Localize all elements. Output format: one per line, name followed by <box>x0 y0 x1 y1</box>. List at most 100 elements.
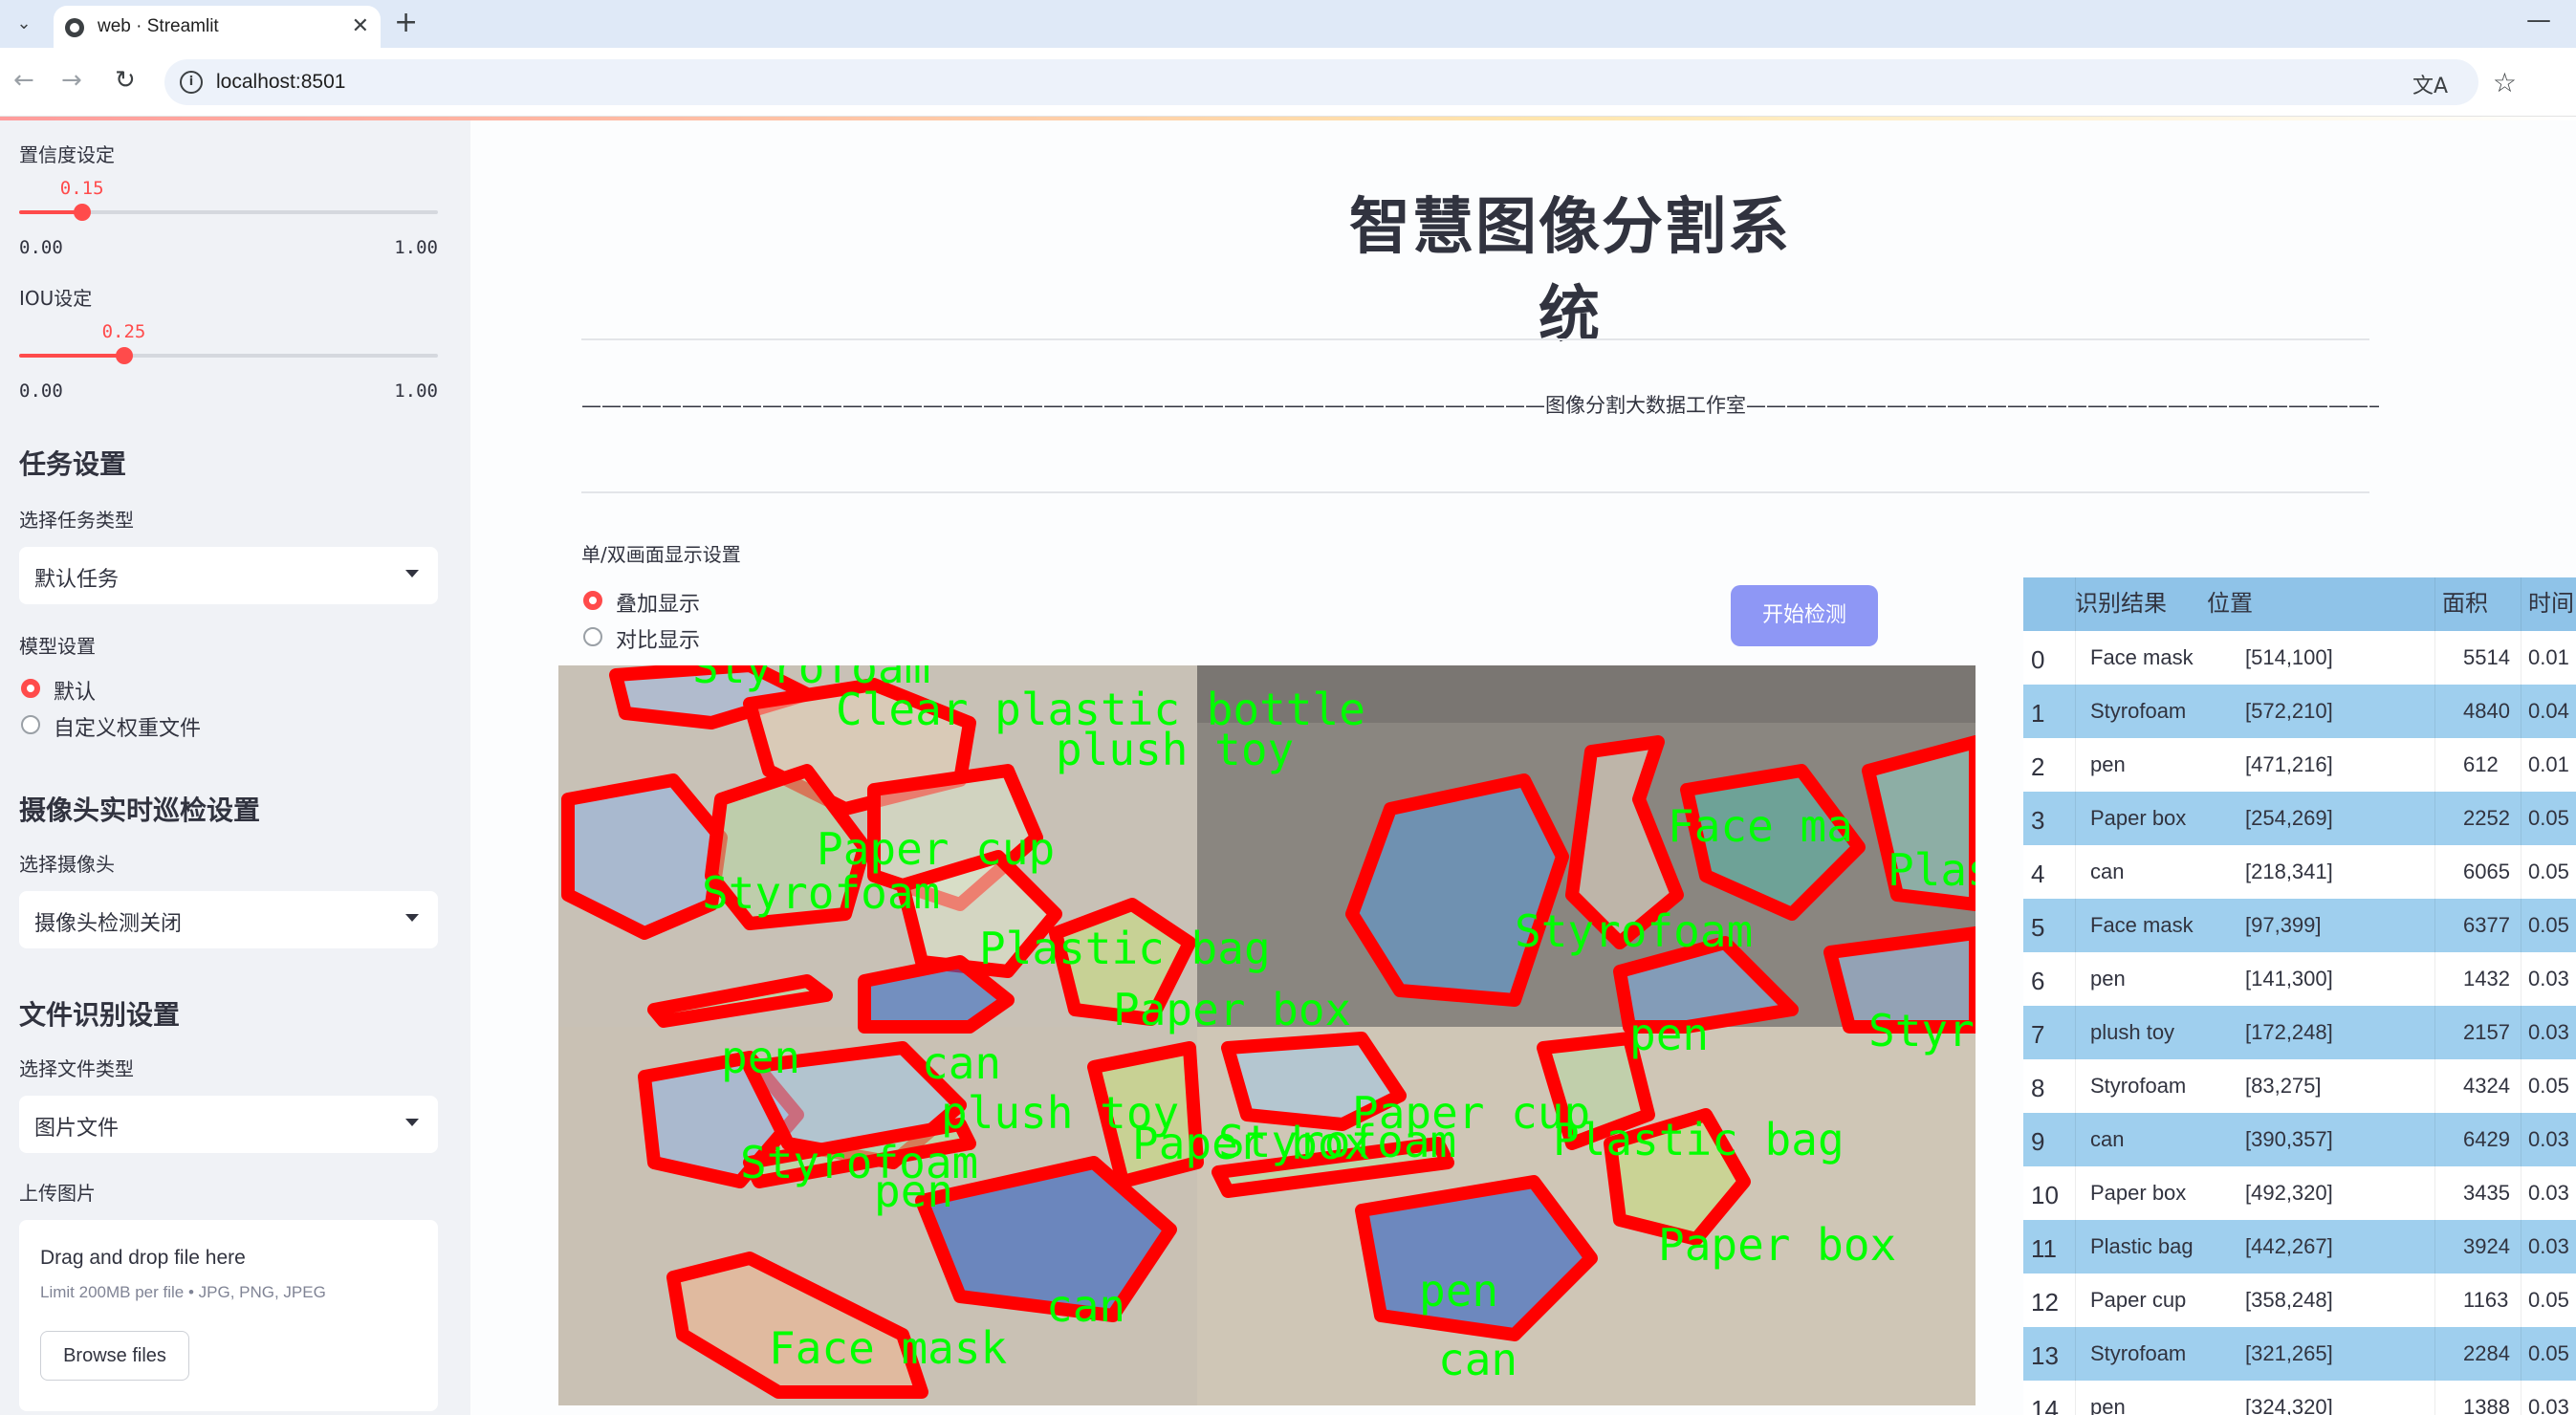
slider-thumb[interactable] <box>115 347 133 364</box>
start-detection-button[interactable]: 开始检测 <box>1731 585 1878 646</box>
cell-result: can <box>2090 1127 2125 1151</box>
cell-result: Styrofoam <box>2090 699 2187 723</box>
cell-area: 1388 <box>2463 1395 2510 1415</box>
table-row[interactable]: 11 Plastic bag [442,267] 3924 0.03 <box>2023 1220 2576 1274</box>
slider-thumb[interactable] <box>73 204 91 221</box>
row-index: 6 <box>2031 967 2045 995</box>
radio-unselected-icon[interactable] <box>583 627 602 646</box>
mask-class-label: Styro <box>1868 1005 1976 1056</box>
cell-result: Face mask <box>2090 645 2194 669</box>
confidence-label: 置信度设定 <box>19 143 115 166</box>
table-row[interactable]: 14 pen [324,320] 1388 0.03 <box>2023 1381 2576 1415</box>
cell-position: [324,320] <box>2245 1395 2333 1415</box>
cell-time: 0.05 <box>2528 1074 2569 1098</box>
table-row[interactable]: 5 Face mask [97,399] 6377 0.05 <box>2023 899 2576 952</box>
table-row[interactable]: 0 Face mask [514,100] 5514 0.01 <box>2023 631 2576 685</box>
mask-polygon <box>561 773 728 940</box>
browser-tab[interactable]: web · Streamlit ✕ <box>54 6 381 48</box>
star-icon[interactable]: ☆ <box>2493 67 2517 98</box>
mask-class-label: Plas <box>1888 844 1976 896</box>
translate-icon[interactable]: 文A <box>2412 69 2448 99</box>
mask-class-label: Plastic bag <box>979 923 1271 974</box>
cell-result: Styrofoam <box>2090 1341 2187 1365</box>
chevron-down-icon <box>405 1119 419 1126</box>
radio-selected-icon[interactable] <box>21 679 40 698</box>
table-row[interactable]: 9 can [390,357] 6429 0.03 <box>2023 1113 2576 1166</box>
slider-min: 0.00 <box>19 381 63 402</box>
display-mode-label: 单/双画面显示设置 <box>581 543 741 566</box>
back-arrow-icon[interactable]: ← <box>13 65 34 96</box>
close-icon[interactable]: ✕ <box>352 14 369 38</box>
cell-position: [358,248] <box>2245 1288 2333 1312</box>
row-index: 1 <box>2031 699 2045 728</box>
divider <box>581 491 2369 493</box>
radio-selected-icon[interactable] <box>583 591 602 610</box>
cell-position: [471,216] <box>2245 752 2333 776</box>
table-row[interactable]: 3 Paper box [254,269] 2252 0.05 <box>2023 792 2576 845</box>
mask-class-label: Face mask <box>769 1322 1007 1374</box>
table-row[interactable]: 10 Paper box [492,320] 3435 0.03 <box>2023 1166 2576 1220</box>
cell-area: 6429 <box>2463 1127 2510 1151</box>
site-info-icon[interactable]: i <box>180 71 203 94</box>
radio-unselected-icon[interactable] <box>21 715 40 734</box>
header-position: 位置 <box>2207 577 2253 631</box>
cell-time: 0.05 <box>2528 860 2569 883</box>
tab-list-icon[interactable]: ⌄ <box>10 10 38 38</box>
browser-tab-bar: ⌄ web · Streamlit ✕ + — <box>0 0 2576 48</box>
mask-class-label: Plastic bag <box>1553 1114 1845 1165</box>
slider-max: 1.00 <box>394 381 438 402</box>
row-index: 5 <box>2031 913 2045 942</box>
file-uploader-dropzone[interactable]: Drag and drop file here Limit 200MB per … <box>19 1220 438 1411</box>
forward-arrow-icon[interactable]: → <box>61 65 82 96</box>
sidebar: 置信度设定 0.15 0.00 1.00 IOU设定 0.25 0.00 1.0… <box>0 120 470 1415</box>
reload-icon[interactable]: ↻ <box>115 65 136 96</box>
cell-area: 2157 <box>2463 1020 2510 1044</box>
url-text[interactable]: localhost:8501 <box>216 71 345 94</box>
chevron-down-icon <box>405 570 419 577</box>
table-row[interactable]: 12 Paper cup [358,248] 1163 0.05 <box>2023 1274 2576 1327</box>
table-row[interactable]: 4 can [218,341] 6065 0.05 <box>2023 845 2576 899</box>
cell-time: 0.03 <box>2528 967 2569 990</box>
mask-class-label: Paper box <box>1113 984 1351 1035</box>
cell-position: [97,399] <box>2245 913 2322 937</box>
slider-value: 0.25 <box>101 321 146 342</box>
mask-class-label: Styrofoam <box>702 867 940 919</box>
cell-time: 0.05 <box>2528 1341 2569 1365</box>
cell-result: plush toy <box>2090 1020 2175 1044</box>
mask-class-label: pen <box>874 1165 953 1217</box>
cell-result: pen <box>2090 967 2126 990</box>
slider-fill <box>19 354 124 358</box>
address-bar: ← → ↻ i localhost:8501 文A ☆ <box>0 48 2576 117</box>
table-row[interactable]: 7 plush toy [172,248] 2157 0.03 <box>2023 1006 2576 1059</box>
mask-class-label: Styrofoam <box>1515 905 1753 957</box>
table-row[interactable]: 8 Styrofoam [83,275] 4324 0.05 <box>2023 1059 2576 1113</box>
mask-class-label: pen <box>1419 1265 1498 1317</box>
cell-area: 1163 <box>2463 1288 2509 1312</box>
cell-time: 0.03 <box>2528 1395 2569 1415</box>
cell-position: [141,300] <box>2245 967 2333 990</box>
camera-select[interactable]: 摄像头检测关闭 <box>19 891 438 948</box>
segmentation-canvas: StyrofoamClear plastic bottleplush toyPa… <box>558 665 1976 1405</box>
row-index: 7 <box>2031 1020 2045 1049</box>
plus-icon[interactable]: + <box>394 8 418 38</box>
task-select[interactable]: 默认任务 <box>19 547 438 604</box>
url-input[interactable]: i localhost:8501 文A ☆ <box>164 59 2517 105</box>
table-row[interactable]: 13 Styrofoam [321,265] 2284 0.05 <box>2023 1327 2576 1381</box>
cell-time: 0.05 <box>2528 913 2569 937</box>
cell-area: 612 <box>2463 752 2499 776</box>
cell-area: 1432 <box>2463 967 2510 990</box>
confidence-slider[interactable]: 0.15 0.00 1.00 <box>19 170 438 258</box>
cell-time: 0.03 <box>2528 1181 2569 1205</box>
iou-slider[interactable]: 0.25 0.00 1.00 <box>19 314 438 402</box>
file-select[interactable]: 图片文件 <box>19 1096 438 1153</box>
slider-value: 0.15 <box>59 178 104 199</box>
model-label: 模型设置 <box>19 635 96 658</box>
table-row[interactable]: 6 pen [141,300] 1432 0.03 <box>2023 952 2576 1006</box>
minimize-icon[interactable]: — <box>2526 6 2551 34</box>
browse-files-button[interactable]: Browse files <box>40 1331 189 1381</box>
table-row[interactable]: 2 pen [471,216] 612 0.01 <box>2023 738 2576 792</box>
upload-limit: Limit 200MB per file • JPG, PNG, JPEG <box>40 1283 326 1301</box>
row-index: 14 <box>2031 1395 2059 1415</box>
cell-result: pen <box>2090 752 2126 776</box>
table-row[interactable]: 1 Styrofoam [572,210] 4840 0.04 <box>2023 685 2576 738</box>
